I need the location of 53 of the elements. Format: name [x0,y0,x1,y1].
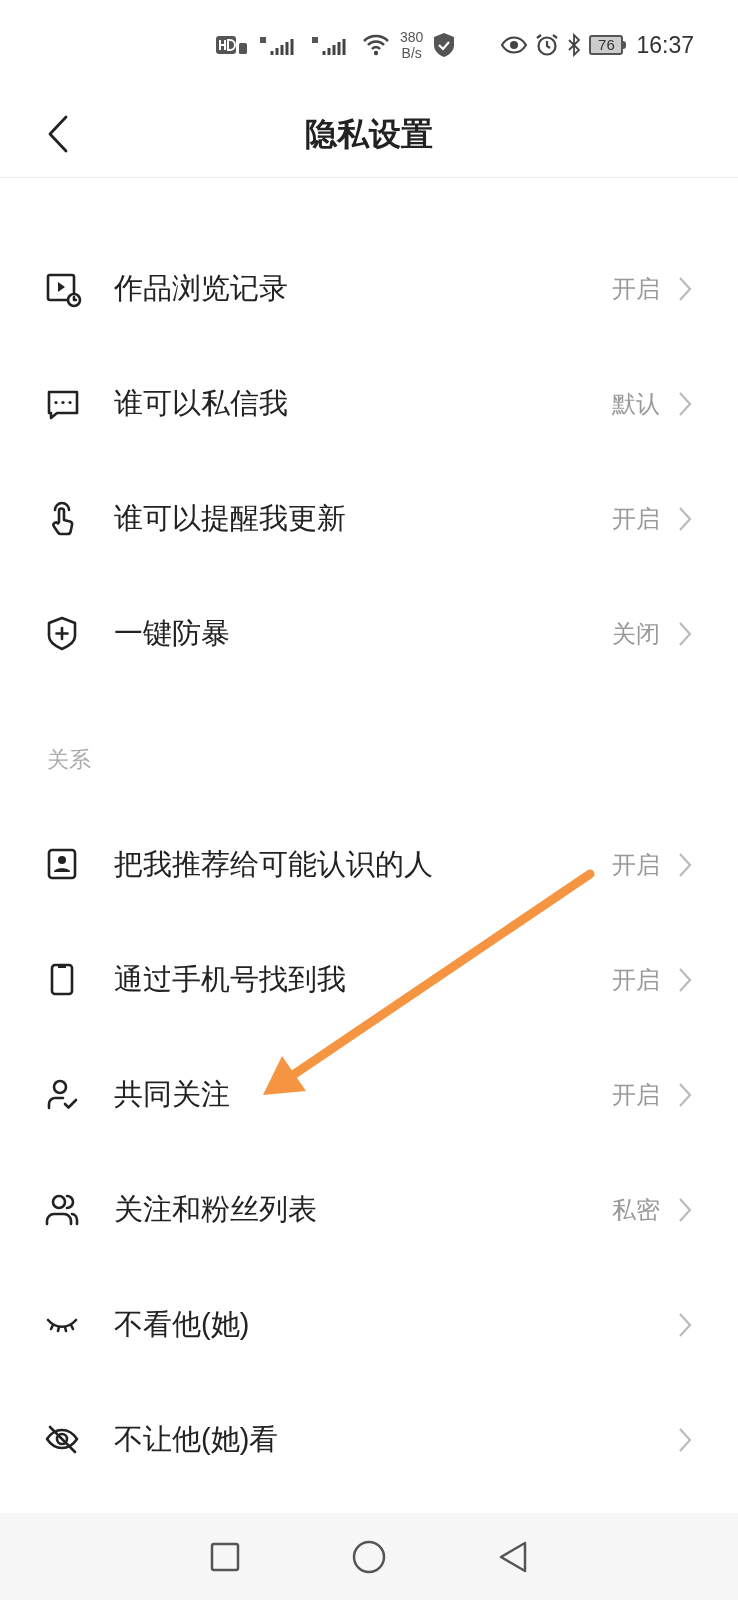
row-label: 谁可以私信我 [114,385,288,421]
row-label: 谁可以提醒我更新 [114,500,346,536]
chevron-icon [678,1311,692,1338]
row-value: 开启 [612,273,660,304]
row-label: 一键防暴 [114,615,230,651]
row-label: 作品浏览记录 [114,270,288,306]
row-label: 共同关注 [114,1076,230,1112]
chevron-icon [678,1081,692,1108]
row-label: 把我推荐给可能认识的人 [114,846,433,882]
settings-row[interactable]: 通过手机号找到我 开启 [0,922,738,1037]
back-icon[interactable] [498,1540,528,1573]
chevron-icon [678,1196,692,1223]
row-value: 私密 [612,1194,660,1225]
settings-row[interactable]: 把我推荐给可能认识的人 开启 [0,807,738,922]
alarm-icon [535,33,560,57]
settings-row[interactable]: 不看他(她) [0,1267,738,1382]
section-header: 关系 [47,747,91,772]
chevron-icon [678,505,692,532]
recent-apps-icon[interactable] [210,1541,240,1572]
chevron-icon [678,966,692,993]
row-label: 不让他(她)看 [114,1421,279,1457]
row-value: 开启 [612,849,660,880]
settings-row[interactable]: 谁可以提醒我更新 开启 [0,461,738,576]
settings-row[interactable]: 共同关注 开启 [0,1037,738,1152]
settings-row[interactable]: 不让他(她)看 [0,1382,738,1497]
eye-icon [501,35,528,55]
row-label: 不看他(她) [114,1306,250,1342]
bluetooth-icon [567,33,582,57]
row-value: 默认 [612,388,660,419]
chevron-icon [678,390,692,417]
chevron-icon [678,620,692,647]
row-value: 开启 [612,964,660,995]
chevron-icon [678,1426,692,1453]
settings-row[interactable]: 谁可以私信我 默认 [0,346,738,461]
home-icon[interactable] [352,1539,386,1574]
chevron-icon [678,275,692,302]
wifi-icon [362,33,390,57]
row-value: 开启 [612,1079,660,1110]
network-speed: 380 [400,29,424,45]
row-value: 关闭 [612,618,660,649]
settings-row[interactable]: 关注和粉丝列表 私密 [0,1152,738,1267]
hd-icon [216,35,248,55]
shield-check-icon [433,32,456,58]
row-label: 关注和粉丝列表 [114,1191,317,1227]
chevron-icon [678,851,692,878]
settings-row[interactable]: 作品浏览记录 开启 [0,231,738,346]
row-value: 开启 [612,503,660,534]
clock-time: 16:37 [636,30,694,60]
page-title: 隐私设置 [305,114,433,154]
settings-row[interactable]: 一键防暴 关闭 [0,576,738,691]
row-label: 通过手机号找到我 [114,961,346,997]
battery-level: 76 [589,35,624,55]
speed-unit: B/s [401,45,422,61]
